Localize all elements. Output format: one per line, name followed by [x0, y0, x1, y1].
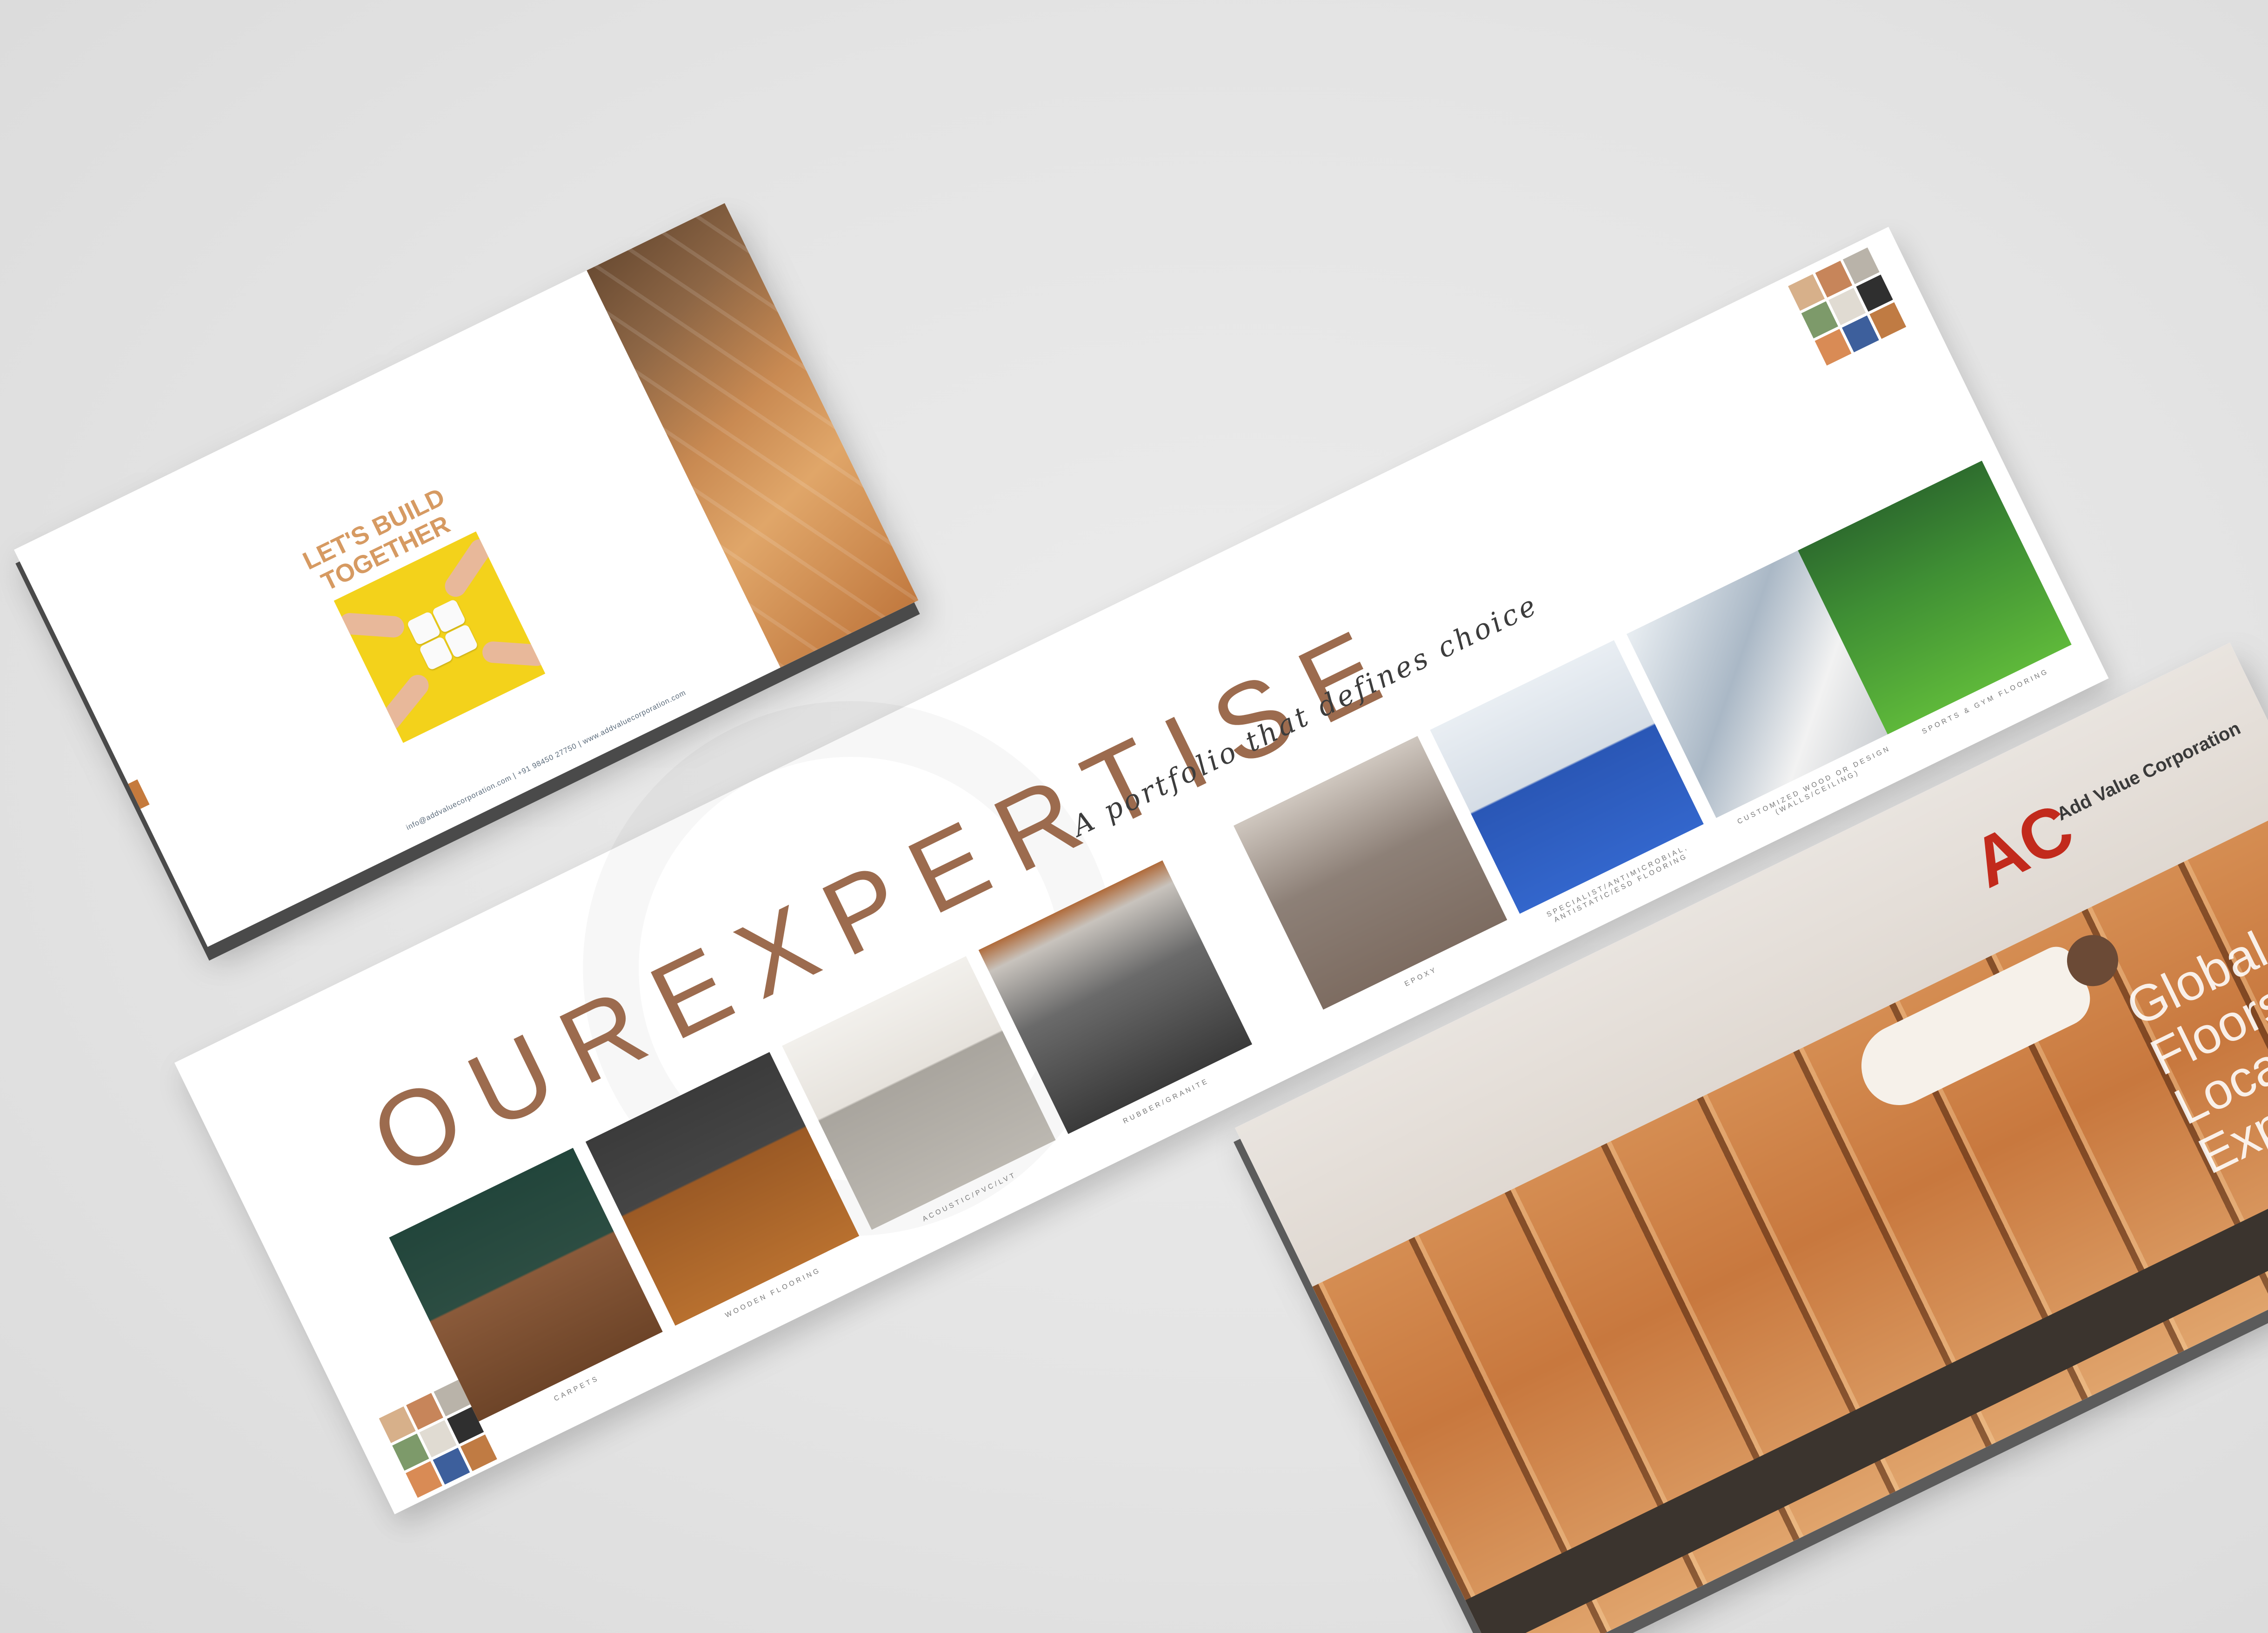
material-tiles-icon	[1788, 247, 1907, 366]
mockup-scene: LET'S BUILD TOGETHER info@addvaluecorpor…	[0, 0, 2268, 1633]
orange-tab	[128, 779, 150, 809]
wood-photo-band	[587, 203, 919, 668]
